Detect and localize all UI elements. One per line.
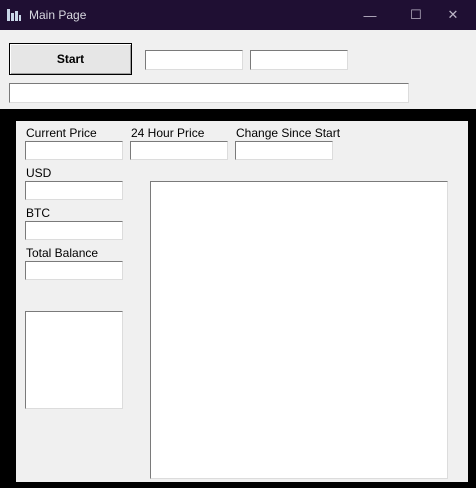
usd-label: USD	[26, 166, 52, 180]
side-list-box[interactable]	[25, 311, 123, 409]
close-icon: ✕	[447, 7, 459, 22]
title-bar[interactable]: Main Page — ☐ ✕	[0, 0, 476, 30]
minimize-icon: —	[363, 7, 377, 23]
change-since-start-label: Change Since Start	[236, 126, 341, 140]
current-price-field[interactable]	[25, 141, 123, 160]
start-button[interactable]: Start	[9, 43, 132, 75]
window-title: Main Page	[29, 8, 87, 22]
hour24-price-field[interactable]	[130, 141, 228, 160]
btc-field[interactable]	[25, 221, 123, 240]
change-since-start-field[interactable]	[235, 141, 333, 160]
usd-field[interactable]	[25, 181, 123, 200]
bar-chart-icon	[7, 7, 21, 21]
hour24-price-label: 24 Hour Price	[131, 126, 205, 140]
log-text-area[interactable]	[150, 181, 448, 479]
close-button[interactable]: ✕	[430, 0, 476, 30]
maximize-icon: ☐	[410, 7, 422, 22]
current-price-label: Current Price	[26, 126, 97, 140]
total-balance-label: Total Balance	[26, 246, 99, 260]
status-field[interactable]	[9, 83, 409, 103]
btc-label: BTC	[26, 206, 50, 220]
minimize-button[interactable]: —	[347, 0, 393, 30]
total-balance-field[interactable]	[25, 261, 123, 280]
top-field-2[interactable]	[250, 50, 348, 70]
top-field-1[interactable]	[145, 50, 243, 70]
